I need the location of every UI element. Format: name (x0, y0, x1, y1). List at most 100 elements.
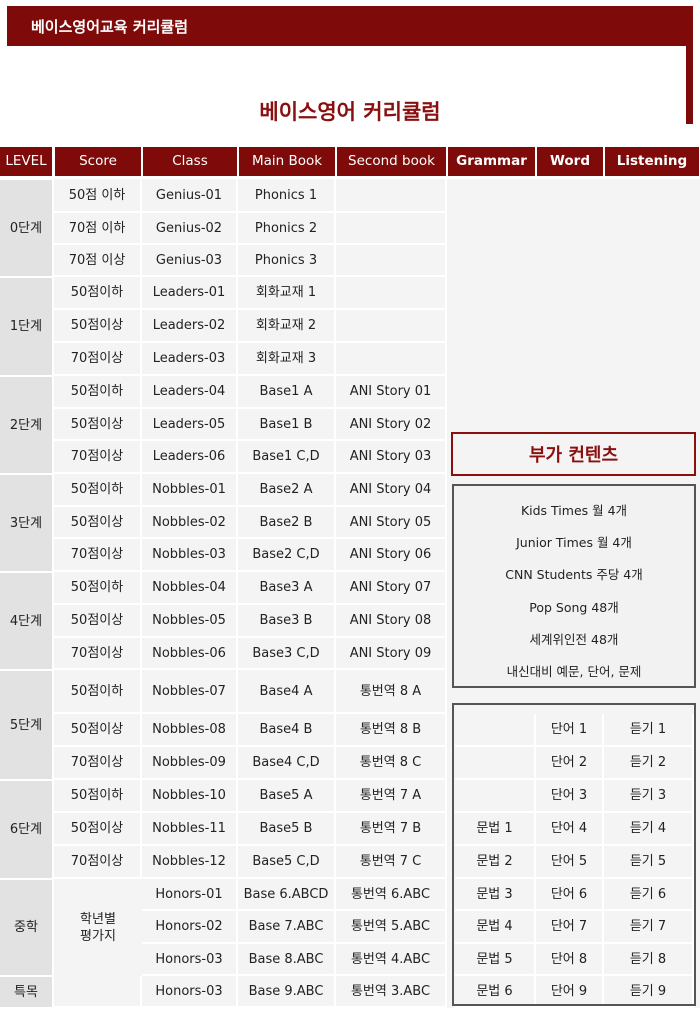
table-cell: 50점이하 (54, 572, 142, 605)
table-cell: Base 6.ABCD (238, 879, 336, 911)
table-cell: 70점 이하 (54, 213, 142, 245)
table-cell: Honors-03 (142, 944, 238, 976)
table-cell: 통번역 8 C (336, 747, 447, 780)
addon-title: 부가 컨텐츠 (451, 432, 696, 476)
table-cell: ANI Story 01 (336, 376, 447, 409)
column-header: Main Book (239, 147, 335, 176)
level-label: 중학 (0, 880, 52, 975)
addon-item: CNN Students 주당 4개 (505, 567, 643, 582)
table-cell: Leaders-01 (142, 277, 238, 310)
column-header: Word (537, 147, 603, 176)
table-cell: Nobbles-05 (142, 605, 238, 638)
table-cell: 통번역 8 B (336, 714, 447, 747)
table-cell: Genius-02 (142, 213, 238, 245)
table-cell: 통번역 7 B (336, 813, 447, 846)
column-header: LEVEL (0, 147, 52, 176)
table-cell: Nobbles-01 (142, 474, 238, 507)
table-cell: Base 9.ABC (238, 976, 336, 1008)
table-cell: Honors-03 (142, 976, 238, 1008)
column-header: Listening (605, 147, 699, 176)
table-cell: Base1 A (238, 376, 336, 409)
table-cell: 50점이상 (54, 507, 142, 539)
table-cell: 통번역 7 C (336, 846, 447, 879)
table-cell: Leaders-03 (142, 343, 238, 376)
table-cell: ANI Story 07 (336, 572, 447, 605)
table-cell: Nobbles-10 (142, 780, 238, 813)
grammar-word-listening-box (452, 703, 696, 1006)
table-cell: Base2 C,D (238, 539, 336, 572)
table-cell: ANI Story 06 (336, 539, 447, 572)
table-cell (336, 310, 447, 343)
table-cell: 50점이상 (54, 813, 142, 846)
table-cell: 70점이상 (54, 846, 142, 879)
table-cell: Nobbles-09 (142, 747, 238, 780)
table-cell (336, 179, 447, 213)
table-cell: Base3 C,D (238, 638, 336, 670)
table-cell: Leaders-04 (142, 376, 238, 409)
table-cell: Nobbles-03 (142, 539, 238, 572)
table-cell: 50점이상 (54, 310, 142, 343)
table-cell: Nobbles-02 (142, 507, 238, 539)
table-cell (336, 245, 447, 277)
table-cell (54, 976, 142, 1008)
level-label: 2단계 (0, 377, 52, 473)
table-cell: Nobbles-08 (142, 714, 238, 747)
table-cell: 50점이하 (54, 474, 142, 507)
table-cell: 50점이하 (54, 670, 142, 714)
table-cell: 통번역 4.ABC (336, 944, 447, 976)
table-cell (336, 213, 447, 245)
table-cell: 통번역 7 A (336, 780, 447, 813)
level-label: 4단계 (0, 573, 52, 669)
addon-content-box: Kids Times 월 4개 Junior Times 월 4개 CNN St… (452, 484, 696, 688)
column-header: Grammar (448, 147, 535, 176)
table-cell: 회화교재 2 (238, 310, 336, 343)
table-cell: Base5 C,D (238, 846, 336, 879)
level-label: 3단계 (0, 475, 52, 571)
table-cell: Base4 B (238, 714, 336, 747)
table-cell: 70점이상 (54, 441, 142, 474)
table-cell: Base2 B (238, 507, 336, 539)
table-cell: Phonics 2 (238, 213, 336, 245)
table-cell: 통번역 5.ABC (336, 911, 447, 944)
level-label: 6단계 (0, 781, 52, 878)
table-cell: 50점이하 (54, 780, 142, 813)
table-cell: Phonics 3 (238, 245, 336, 277)
table-cell: 통번역 8 A (336, 670, 447, 714)
banner-title: 베이스영어교육 커리큘럼 (31, 18, 189, 36)
table-cell: Base5 B (238, 813, 336, 846)
table-cell: Base1 B (238, 409, 336, 441)
table-cell: Base2 A (238, 474, 336, 507)
table-cell: Base 8.ABC (238, 944, 336, 976)
table-cell: 70점이상 (54, 747, 142, 780)
level-label: 특목 (0, 977, 52, 1007)
level-score: 학년별 평가지 (54, 879, 142, 976)
table-cell: 70점이상 (54, 638, 142, 670)
table-cell: 회화교재 1 (238, 277, 336, 310)
table-cell: Leaders-02 (142, 310, 238, 343)
page-title: 베이스영어 커리큘럼 (259, 100, 441, 124)
addon-item: Junior Times 월 4개 (516, 535, 632, 550)
table-cell: Nobbles-04 (142, 572, 238, 605)
table-cell (336, 277, 447, 310)
table-cell: 70점이상 (54, 343, 142, 376)
table-cell: ANI Story 09 (336, 638, 447, 670)
table-cell: 50점이하 (54, 376, 142, 409)
addon-item: Pop Song 48개 (529, 600, 619, 615)
table-cell: Genius-03 (142, 245, 238, 277)
column-header: Second book (337, 147, 446, 176)
table-cell: Base4 C,D (238, 747, 336, 780)
table-cell: Base3 B (238, 605, 336, 638)
table-cell: Nobbles-11 (142, 813, 238, 846)
table-cell: Nobbles-06 (142, 638, 238, 670)
header-banner: 베이스영어교육 커리큘럼 (7, 6, 693, 46)
column-header: Score (55, 147, 141, 176)
table-cell (336, 343, 447, 376)
table-cell: 50점이상 (54, 605, 142, 638)
table-cell: 70점 이상 (54, 245, 142, 277)
table-cell: Leaders-06 (142, 441, 238, 474)
table-cell: 통번역 6.ABC (336, 879, 447, 911)
addon-item: 세계위인전 48개 (529, 632, 619, 647)
table-cell: Phonics 1 (238, 179, 336, 213)
level-label: 0단계 (0, 180, 52, 276)
table-cell: Genius-01 (142, 179, 238, 213)
